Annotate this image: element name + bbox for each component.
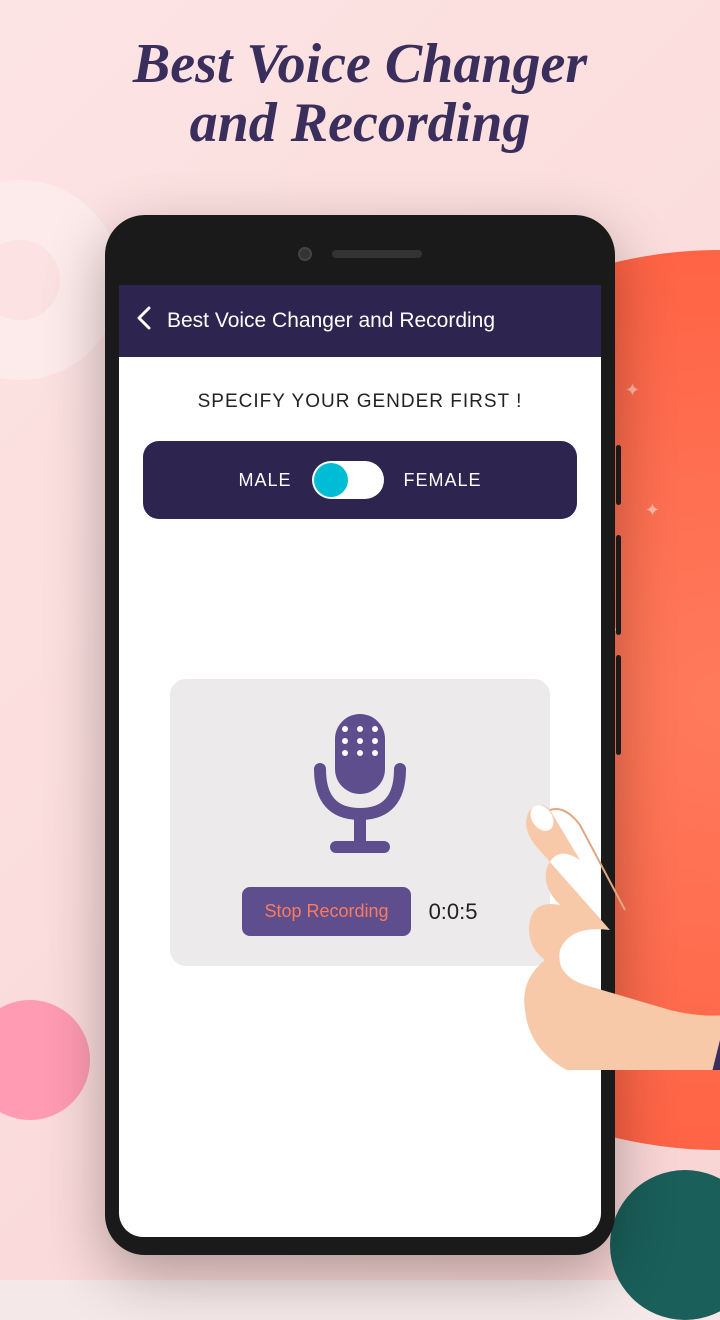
toggle-knob [314,463,348,497]
phone-speaker-icon [332,250,422,258]
decorative-circle-teal [610,1170,720,1320]
phone-notch [298,247,422,261]
female-label: FEMALE [404,470,482,491]
sparkle-icon: ✦ [645,500,660,521]
promo-title: Best Voice Changer and Recording [0,35,720,153]
app-screen: Best Voice Changer and Recording SPECIFY… [119,285,601,1237]
app-header: Best Voice Changer and Recording [119,285,601,357]
recording-controls: Stop Recording 0:0:5 [190,887,530,936]
recording-timer: 0:0:5 [429,899,478,925]
recording-card: Stop Recording 0:0:5 [170,679,550,966]
decorative-circle-pink [0,1000,90,1120]
phone-camera-icon [298,247,312,261]
phone-frame: Best Voice Changer and Recording SPECIFY… [105,215,615,1255]
app-content: SPECIFY YOUR GENDER FIRST ! MALE FEMALE [119,357,601,1000]
phone-volume-up-button [616,535,621,635]
stop-recording-button[interactable]: Stop Recording [242,887,410,936]
chevron-left-icon [135,304,153,332]
phone-power-button [616,445,621,505]
app-title: Best Voice Changer and Recording [167,309,495,333]
gender-toggle-container: MALE FEMALE [143,441,577,519]
back-button[interactable] [135,304,153,339]
decorative-arc [0,180,120,380]
gender-toggle[interactable] [312,461,384,499]
phone-volume-down-button [616,655,621,755]
microphone-icon [290,709,430,869]
male-label: MALE [238,470,291,491]
gender-prompt: SPECIFY YOUR GENDER FIRST ! [143,391,577,413]
sparkle-icon: ✦ [625,380,640,401]
